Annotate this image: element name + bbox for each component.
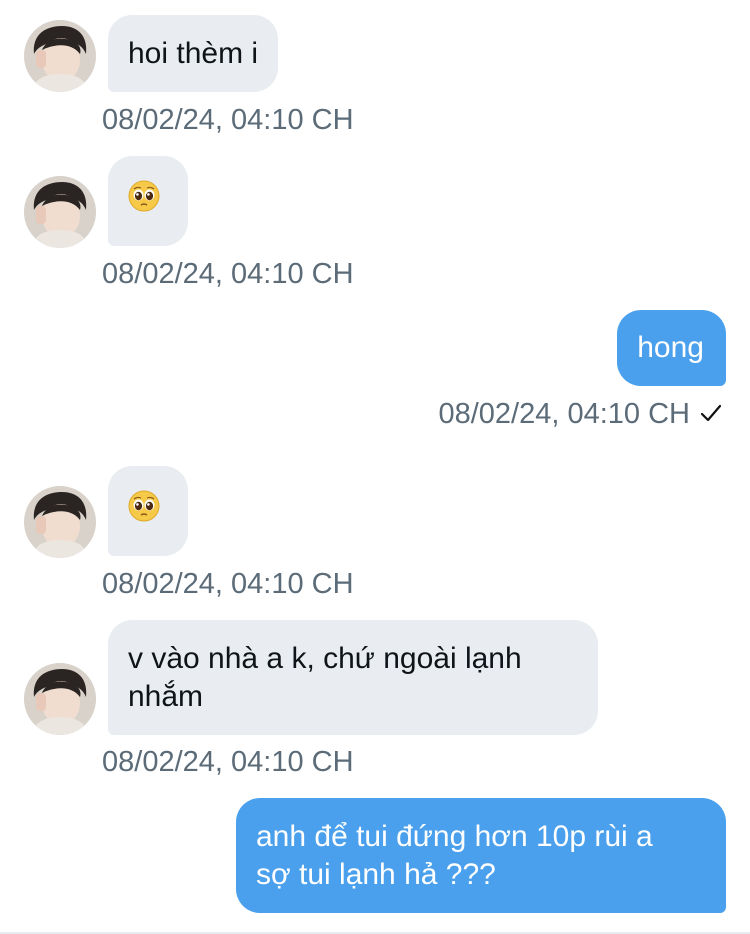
- avatar-photo-icon: [24, 20, 96, 92]
- contact-avatar[interactable]: [24, 176, 96, 248]
- contact-avatar[interactable]: [24, 486, 96, 558]
- message-text-line: anh để tui đứng hơn 10p rùi a: [256, 820, 653, 853]
- message-timestamp: 08/02/24, 04:10 CH: [102, 104, 354, 136]
- message-timestamp: 08/02/24, 04:10 CH: [102, 568, 354, 600]
- avatar-photo-icon: [24, 486, 96, 558]
- avatar-photo-icon: [24, 663, 96, 735]
- message-text: hong: [637, 331, 704, 364]
- message-bubble-outgoing[interactable]: anh để tui đứng hơn 10p rùi a sợ tui lạn…: [236, 798, 726, 913]
- message-bubble-incoming[interactable]: [108, 466, 188, 556]
- avatar-photo-icon: [24, 176, 96, 248]
- message-text-line: nhắm: [128, 680, 204, 713]
- message-text: hoi thèm i: [128, 37, 259, 70]
- message-bubble-incoming[interactable]: hoi thèm i: [108, 15, 279, 92]
- message-bubble-incoming[interactable]: [108, 156, 188, 246]
- sent-checkmark-icon: [700, 404, 722, 422]
- message-bubble-outgoing[interactable]: hong: [617, 310, 726, 386]
- pleading-face-icon: [128, 490, 160, 522]
- message-text-line: v vào nhà a k, chứ ngoài lạnh: [128, 642, 522, 675]
- contact-avatar[interactable]: [24, 663, 96, 735]
- message-timestamp: 08/02/24, 04:10 CH: [102, 746, 354, 778]
- message-bubble-incoming[interactable]: v vào nhà a k, chứ ngoài lạnh nhắm: [108, 620, 598, 735]
- pleading-face-icon: [128, 180, 160, 212]
- message-timestamp: 08/02/24, 04:10 CH: [102, 258, 354, 290]
- message-text-line: sợ tui lạnh hả ???: [256, 858, 496, 891]
- contact-avatar[interactable]: [24, 20, 96, 92]
- message-timestamp: 08/02/24, 04:10 CH: [438, 398, 690, 430]
